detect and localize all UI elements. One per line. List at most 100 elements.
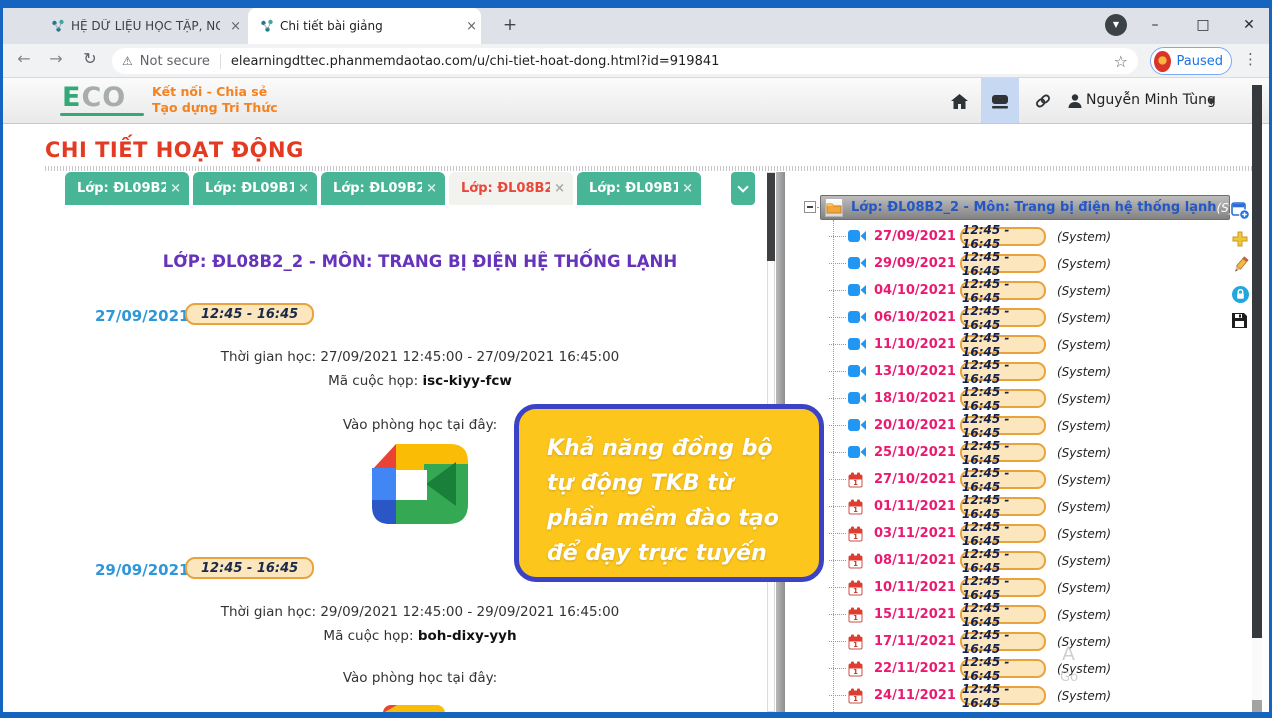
tree-row[interactable]: 1 27/09/2021 12:45 - 16:45 (System) bbox=[820, 223, 1250, 250]
google-meet-icon[interactable] bbox=[372, 444, 468, 524]
tree-row-time-badge: 12:45 - 16:45 bbox=[960, 335, 1046, 354]
svg-text:1: 1 bbox=[853, 668, 858, 676]
user-name[interactable]: Nguyễn Minh Tùng bbox=[1086, 92, 1216, 108]
tree-row[interactable]: 1 04/10/2021 12:45 - 16:45 (System) bbox=[820, 277, 1250, 304]
video-icon bbox=[848, 256, 867, 272]
tree-row[interactable]: 1 18/10/2021 12:45 - 16:45 (System) bbox=[820, 385, 1250, 412]
close-tab-icon[interactable]: × bbox=[462, 19, 481, 34]
tree-row[interactable]: 1 03/11/2021 12:45 - 16:45 (System) bbox=[820, 520, 1250, 547]
tree-row-date: 15/11/2021 bbox=[874, 607, 960, 622]
tree-row[interactable]: 1 13/10/2021 12:45 - 16:45 (System) bbox=[820, 358, 1250, 385]
tree-row[interactable]: 1 25/10/2021 12:45 - 16:45 (System) bbox=[820, 439, 1250, 466]
svg-text:1: 1 bbox=[853, 560, 858, 568]
tree-row-date: 08/11/2021 bbox=[874, 553, 960, 568]
class-tab-dropdown-button[interactable] bbox=[731, 172, 755, 205]
calendar-icon: 1 bbox=[848, 499, 867, 515]
device-icon[interactable] bbox=[987, 88, 1013, 114]
tab-title: HỆ DỮ LIỆU HỌC TẬP, NGHIÊN C bbox=[71, 19, 220, 33]
calendar-icon: 1 bbox=[848, 634, 867, 650]
tree-row[interactable]: 1 29/09/2021 12:45 - 16:45 (System) bbox=[820, 250, 1250, 277]
tree-row-system-label: (System) bbox=[1057, 284, 1111, 298]
tree-row-time-badge: 12:45 - 16:45 bbox=[960, 227, 1046, 246]
browser-tab-active[interactable]: Chi tiết bài giảng × bbox=[248, 8, 481, 44]
tree-row[interactable]: 1 22/11/2021 12:45 - 16:45 (System) bbox=[820, 655, 1250, 682]
tree-session-list: 1 27/09/2021 12:45 - 16:45 (System) 1 29… bbox=[820, 223, 1250, 718]
tree-row[interactable]: 1 17/11/2021 12:45 - 16:45 (System) bbox=[820, 628, 1250, 655]
user-menu-caret-icon[interactable]: ▼ bbox=[1208, 97, 1215, 107]
session-meeting-code-line: Mã cuộc họp: boh-dixy-yyh bbox=[56, 628, 784, 644]
tree-row-date: 20/10/2021 bbox=[874, 418, 960, 433]
new-tab-button[interactable]: + bbox=[497, 13, 523, 39]
tree-row-time-badge: 12:45 - 16:45 bbox=[960, 281, 1046, 300]
forward-icon[interactable]: → bbox=[44, 49, 68, 68]
divider bbox=[220, 54, 221, 69]
site-favicon bbox=[260, 19, 274, 33]
back-icon[interactable]: ← bbox=[12, 49, 36, 68]
content-scrollbar-thumb[interactable] bbox=[767, 173, 775, 261]
bookmark-star-icon[interactable]: ☆ bbox=[1114, 52, 1128, 71]
eco-logo[interactable]: ECO bbox=[62, 84, 126, 112]
extension-paused-button[interactable]: Paused bbox=[1150, 47, 1232, 75]
tree-row[interactable]: 1 20/10/2021 12:45 - 16:45 (System) bbox=[820, 412, 1250, 439]
class-tab[interactable]: Lớp: ĐL09B2... × bbox=[321, 172, 445, 205]
tree-row-date: 10/11/2021 bbox=[874, 580, 960, 595]
tree-row-system-label: (System) bbox=[1057, 554, 1111, 568]
tree-row-time-badge: 12:45 - 16:45 bbox=[960, 605, 1046, 624]
browser-menu-icon[interactable]: ⋮ bbox=[1243, 50, 1258, 68]
tree-row-time-badge: 12:45 - 16:45 bbox=[960, 443, 1046, 462]
link-icon[interactable] bbox=[1030, 88, 1056, 114]
tree-row[interactable]: 1 10/11/2021 12:45 - 16:45 (System) bbox=[820, 574, 1250, 601]
logo-tagline-1: Kết nối - Chia sẻ bbox=[152, 84, 267, 99]
tree-row[interactable]: 1 06/10/2021 12:45 - 16:45 (System) bbox=[820, 304, 1250, 331]
class-tab[interactable]: Lớp: ĐL09B2... × bbox=[65, 172, 189, 205]
tree-row[interactable]: 1 01/11/2021 12:45 - 16:45 (System) bbox=[820, 493, 1250, 520]
close-icon[interactable]: × bbox=[298, 181, 309, 196]
video-icon bbox=[848, 364, 867, 380]
class-tab[interactable]: Lớp: ĐL09B1... × bbox=[577, 172, 701, 205]
video-icon bbox=[848, 445, 867, 461]
plus-icon[interactable] bbox=[1231, 230, 1250, 249]
tree-row-time-badge: 12:45 - 16:45 bbox=[960, 470, 1046, 489]
tree-row[interactable]: 1 08/11/2021 12:45 - 16:45 (System) bbox=[820, 547, 1250, 574]
calendar-icon: 1 bbox=[848, 472, 867, 488]
tree-row-time-badge: 12:45 - 16:45 bbox=[960, 254, 1046, 273]
tree-row-date: 03/11/2021 bbox=[874, 526, 960, 541]
pencil-icon[interactable] bbox=[1231, 256, 1250, 275]
tree-row-system-label: (System) bbox=[1057, 689, 1111, 703]
browser-tab-inactive[interactable]: HỆ DỮ LIỆU HỌC TẬP, NGHIÊN C × bbox=[43, 8, 245, 44]
tree-row[interactable]: 1 11/10/2021 12:45 - 16:45 (System) bbox=[820, 331, 1250, 358]
tree-collapse-toggle[interactable] bbox=[804, 201, 816, 213]
meeting-code: boh-dixy-yyh bbox=[418, 628, 517, 644]
tree-root-node[interactable]: Lớp: ĐL08B2_2 - Môn: Trang bị điện hệ th… bbox=[820, 195, 1230, 220]
tree-row-date: 06/10/2021 bbox=[874, 310, 960, 325]
close-tab-icon[interactable]: × bbox=[226, 19, 245, 34]
close-icon[interactable]: × bbox=[682, 181, 693, 196]
calendar-add-icon[interactable] bbox=[1231, 201, 1250, 220]
browser-scrollbar-thumb[interactable] bbox=[1252, 85, 1262, 638]
tree-row-system-label: (System) bbox=[1057, 608, 1111, 622]
tree-row[interactable]: 1 27/10/2021 12:45 - 16:45 (System) bbox=[820, 466, 1250, 493]
tree-row-system-label: (System) bbox=[1057, 446, 1111, 460]
minimize-button[interactable]: – bbox=[1132, 8, 1178, 44]
close-icon[interactable]: × bbox=[170, 181, 181, 196]
title-rule bbox=[45, 166, 1253, 171]
save-icon[interactable] bbox=[1231, 312, 1250, 331]
maximize-button[interactable]: □ bbox=[1180, 8, 1226, 44]
tree-row[interactable]: 1 24/11/2021 12:45 - 16:45 (System) bbox=[820, 682, 1250, 709]
media-control-button[interactable]: ▼ bbox=[1105, 14, 1127, 36]
calendar-icon: 1 bbox=[848, 553, 867, 569]
reload-icon[interactable]: ↻ bbox=[78, 49, 102, 68]
tree-row[interactable]: 1 15/11/2021 12:45 - 16:45 (System) bbox=[820, 601, 1250, 628]
class-tab[interactable]: Lớp: ĐL08B2... × bbox=[449, 172, 573, 205]
close-window-button[interactable]: ✕ bbox=[1226, 8, 1272, 44]
home-icon[interactable] bbox=[946, 88, 972, 114]
address-bar[interactable]: ⚠ Not secure elearningdttec.phanmemdaota… bbox=[112, 48, 1138, 74]
tree-row-system-label: (System) bbox=[1057, 500, 1111, 514]
close-icon[interactable]: × bbox=[554, 181, 565, 196]
tree-row-system-label: (System) bbox=[1057, 257, 1111, 271]
class-tab[interactable]: Lớp: ĐL09B1... × bbox=[193, 172, 317, 205]
close-icon[interactable]: × bbox=[426, 181, 437, 196]
lock-icon[interactable] bbox=[1231, 285, 1250, 304]
tab-title: Chi tiết bài giảng bbox=[280, 19, 456, 33]
tree-row-system-label: (System) bbox=[1057, 392, 1111, 406]
